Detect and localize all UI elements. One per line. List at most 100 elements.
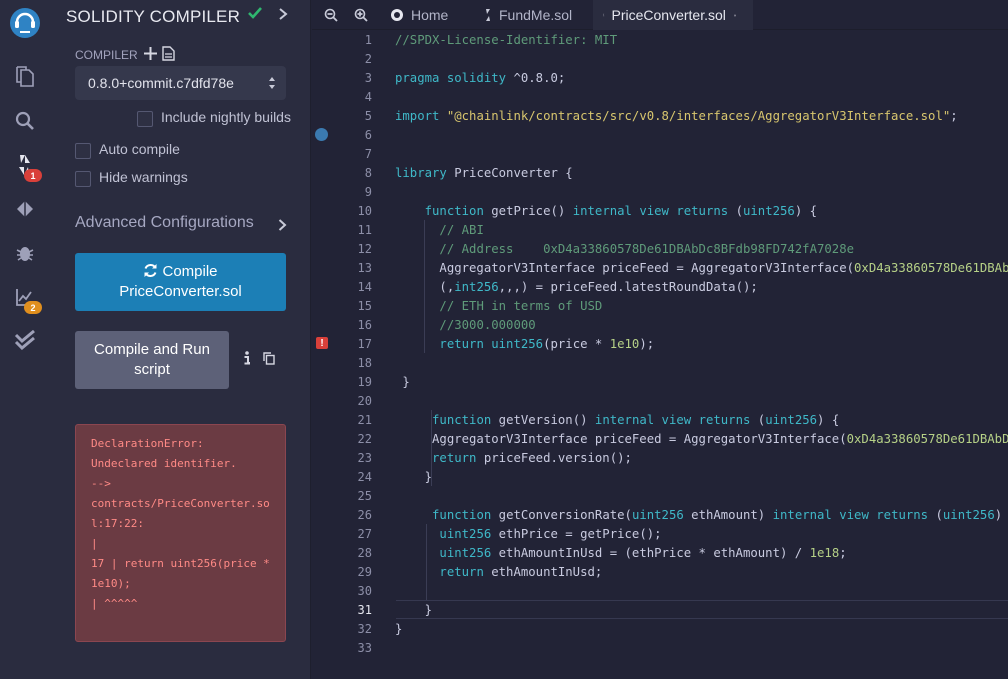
tab-fundme[interactable]: FundMe.sol (474, 0, 582, 30)
code-line[interactable]: // Address 0xD4a33860578De61DBAbDc8BFdb9… (395, 240, 854, 259)
code-token: ethAmountInUsd; (483, 565, 603, 579)
error-line: | (91, 537, 98, 550)
code-token: uint256 (942, 508, 995, 522)
advanced-configurations-toggle[interactable]: Advanced Configurations (75, 214, 254, 232)
code-token: // ABI (439, 223, 484, 237)
code-line[interactable]: return priceFeed.version(); (395, 449, 632, 468)
code-line[interactable]: uint256 ethAmountInUsd = (ethPrice * eth… (395, 544, 846, 563)
code-token: uint256 (491, 337, 544, 351)
line-number: 23 (357, 451, 372, 465)
nightly-builds-checkbox[interactable] (137, 111, 153, 127)
code-token: // Address 0xD4a33860578De61DBAbDc8BFdb9… (439, 242, 855, 256)
code-line[interactable]: import "@chainlink/contracts/src/v0.8/in… (395, 107, 958, 126)
line-number: 29 (357, 565, 372, 579)
code-token: } (395, 375, 410, 389)
info-icon[interactable] (243, 351, 251, 365)
code-token: uint256 (743, 204, 795, 218)
code-token: pragma solidity (395, 71, 507, 85)
code-line[interactable]: library PriceConverter { (395, 164, 573, 183)
solidity-file-icon (486, 9, 490, 21)
code-line[interactable]: return ethAmountInUsd; (395, 563, 602, 582)
code-line[interactable]: //3000.000000 (395, 316, 536, 335)
tab-home[interactable]: Home (382, 0, 458, 30)
line-number: 8 (364, 166, 372, 180)
line-number: 15 (357, 299, 372, 313)
code-line[interactable]: uint256 ethPrice = getPrice(); (395, 525, 661, 544)
code-token: int256 (454, 280, 499, 294)
run-button-label-2: script (134, 361, 170, 378)
tab-home-label: Home (411, 7, 449, 23)
compiler-label: COMPILER (75, 48, 138, 62)
code-line[interactable]: function getVersion() internal view retu… (395, 411, 839, 430)
compiled-check-icon (248, 7, 262, 19)
code-token: return (432, 451, 477, 465)
hide-warnings-checkbox[interactable] (75, 171, 91, 187)
code-token: //3000.000000 (439, 318, 536, 332)
hide-warnings-label: Hide warnings (99, 169, 188, 185)
breakpoint-marker[interactable] (315, 128, 328, 141)
line-number: 1 (364, 33, 372, 47)
code-line[interactable]: } (395, 468, 432, 487)
file-explorer-icon[interactable] (12, 64, 38, 90)
code-line[interactable]: //SPDX-License-Identifier: MIT (395, 31, 617, 50)
line-number: 25 (357, 489, 372, 503)
code-token: getPrice() (483, 204, 573, 218)
auto-compile-checkbox[interactable] (75, 143, 91, 159)
run-button-label-1: Compile and Run (94, 341, 210, 358)
compile-button[interactable]: Compile PriceConverter.sol (75, 253, 286, 311)
code-editor[interactable]: 1 2 3 4 5 6 7 8 9 10 11 12 13 14 15 16 17 18 19 20 21 22 23 24 2… (312, 30, 1008, 679)
code-line[interactable]: } (395, 601, 432, 620)
copy-icon[interactable] (263, 352, 275, 365)
deploy-run-icon[interactable] (12, 196, 38, 222)
verify-check-icon[interactable] (12, 327, 38, 353)
code-line[interactable]: function getPrice() internal view return… (395, 202, 817, 221)
code-token: ) { (794, 204, 818, 218)
code-token: ( (750, 413, 766, 427)
tab-priceconverter[interactable]: PriceConverter.sol (593, 0, 753, 30)
compiler-version-select[interactable]: 0.8.0+commit.c7dfd78e (75, 66, 286, 100)
zoom-in-icon[interactable] (354, 8, 368, 22)
chevron-right-icon[interactable] (278, 8, 288, 20)
code-line[interactable]: // ETH in terms of USD (395, 297, 602, 316)
code-token: 0xD4a33860578De61DBAbDc8BFdb98FD742fA702… (854, 261, 1008, 275)
code-line[interactable]: function getConversionRate(uint256 ethAm… (395, 506, 1008, 525)
close-icon[interactable] (733, 10, 736, 21)
code-line[interactable]: return uint256(price * 1e10); (395, 335, 654, 354)
zoom-out-icon[interactable] (324, 8, 338, 22)
code-token: uint256 (439, 546, 492, 560)
remix-logo-icon[interactable] (8, 6, 42, 40)
add-compiler-icon[interactable] (144, 47, 157, 60)
code-line[interactable]: } (395, 620, 402, 639)
line-number: 4 (364, 90, 372, 104)
code-line[interactable]: pragma solidity ^0.8.0; (395, 69, 565, 88)
debugger-icon[interactable] (12, 240, 38, 266)
code-token: library (395, 166, 447, 180)
code-line[interactable]: AggregatorV3Interface priceFeed = Aggreg… (395, 259, 1008, 278)
code-line[interactable]: // ABI (395, 221, 484, 240)
code-line[interactable]: (,int256,,,) = priceFeed.latestRoundData… (395, 278, 758, 297)
code-token: ,,,) = priceFeed.latestRoundData(); (498, 280, 758, 294)
code-line[interactable]: AggregatorV3Interface priceFeed = Aggreg… (395, 430, 1008, 449)
compile-and-run-button[interactable]: Compile and Run script (75, 331, 229, 389)
error-line: contracts/PriceConverter.so (91, 497, 270, 510)
document-icon[interactable] (162, 46, 175, 61)
nightly-builds-label: Include nightly builds (161, 109, 291, 125)
code-token: ) { (994, 508, 1003, 522)
code-token: priceFeed.version(); (476, 451, 632, 465)
code-token: uint256 (765, 413, 818, 427)
search-icon[interactable] (12, 108, 38, 134)
code-token: "@chainlink/contracts/src/v0.8/interface… (446, 109, 951, 123)
code-token: ) { (817, 413, 840, 427)
code-token: AggregatorV3Interface priceFeed = Aggreg… (395, 432, 847, 446)
code-line[interactable]: } (395, 373, 410, 392)
line-number: 5 (364, 109, 372, 123)
chevron-right-icon[interactable] (278, 219, 287, 231)
error-marker-icon[interactable]: ! (316, 337, 328, 349)
